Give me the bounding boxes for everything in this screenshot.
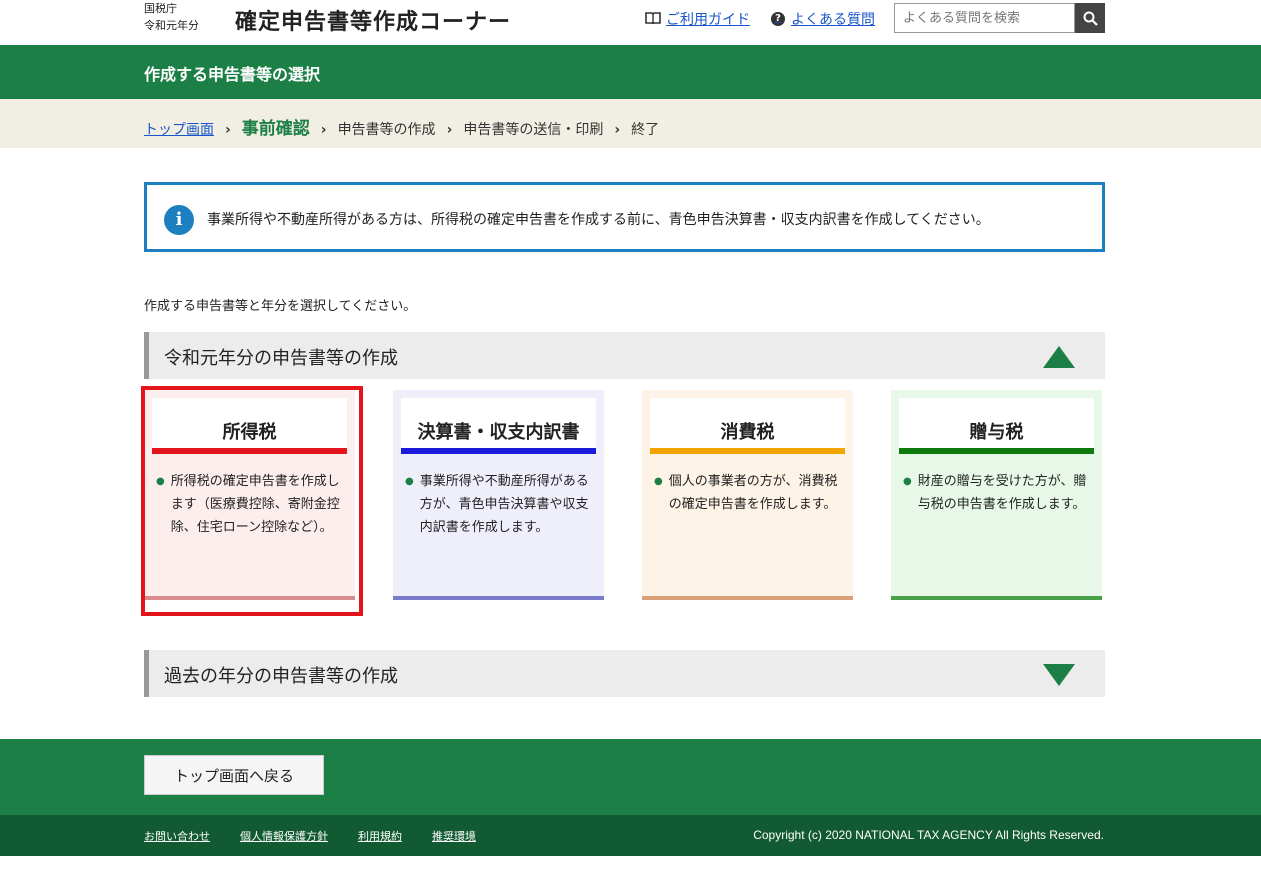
breadcrumb-current: 事前確認 xyxy=(241,119,310,139)
info-notice: i 事業所得や不動産所得がある方は、所得税の確定申告書を作成する前に、青色申告決… xyxy=(144,182,1105,252)
breadcrumb-step-end: 終了 xyxy=(631,122,660,138)
collapse-arrow-icon xyxy=(1043,346,1075,368)
breadcrumb-separator: › xyxy=(225,122,231,138)
card-financial-statements[interactable]: 決算書・収支内訳書 ● 事業所得や不動産所得がある方が、青色申告決算書や収支内訳… xyxy=(393,390,604,600)
bullet-icon: ● xyxy=(654,476,663,487)
breadcrumb-step-create: 申告書等の作成 xyxy=(337,122,436,138)
card-description: ● 財産の贈与を受けた方が、贈与税の申告書を作成します。 xyxy=(903,470,1093,516)
card-footer-bar xyxy=(891,596,1102,600)
past-year-section-toggle[interactable]: 過去の年分の申告書等の作成 xyxy=(144,650,1105,697)
breadcrumb-separator: › xyxy=(614,122,621,138)
card-title: 所得税 xyxy=(152,398,347,454)
bullet-icon: ● xyxy=(903,476,912,487)
footer-link-environment[interactable]: 推奨環境 xyxy=(432,828,476,844)
card-footer-bar xyxy=(393,596,604,600)
faq-link[interactable]: ? よくある質問 xyxy=(771,9,875,29)
card-description: ● 事業所得や不動産所得がある方が、青色申告決算書や収支内訳書を作成します。 xyxy=(405,470,595,539)
card-accent-line xyxy=(650,448,845,454)
card-accent-line xyxy=(152,448,347,454)
footer-link-contact[interactable]: お問い合わせ xyxy=(144,828,210,844)
card-title: 消費税 xyxy=(650,398,845,454)
site-header: 国税庁 令和元年分 確定申告書等作成コーナー ご利用ガイド ? よくある質問 xyxy=(0,0,1261,45)
search-button[interactable] xyxy=(1075,3,1105,33)
page-title: 作成する申告書等の選択 xyxy=(144,65,321,84)
expand-arrow-icon xyxy=(1043,664,1075,686)
back-to-top-button[interactable]: トップ画面へ戻る xyxy=(144,755,324,795)
bullet-icon: ● xyxy=(405,476,414,487)
past-year-section-label: 過去の年分の申告書等の作成 xyxy=(164,666,398,687)
agency-label: 国税庁 令和元年分 xyxy=(144,0,199,34)
current-year-section-label: 令和元年分の申告書等の作成 xyxy=(164,348,398,369)
search-icon xyxy=(1083,11,1098,26)
breadcrumb-step-send: 申告書等の送信・印刷 xyxy=(463,122,604,138)
faq-search-input[interactable] xyxy=(894,3,1075,33)
question-icon: ? xyxy=(771,12,785,26)
card-description: ● 個人の事業者の方が、消費税の確定申告書を作成します。 xyxy=(654,470,844,516)
card-description-text: 事業所得や不動産所得がある方が、青色申告決算書や収支内訳書を作成します。 xyxy=(419,474,589,535)
page-title-bar: 作成する申告書等の選択 xyxy=(0,45,1261,99)
site-title: 確定申告書等作成コーナー xyxy=(235,10,512,35)
card-title: 決算書・収支内訳書 xyxy=(401,398,596,454)
card-gift-tax[interactable]: 贈与税 ● 財産の贈与を受けた方が、贈与税の申告書を作成します。 xyxy=(891,390,1102,600)
card-income-tax[interactable]: 所得税 ● 所得税の確定申告書を作成します（医療費控除、寄附金控除、住宅ローン控… xyxy=(144,390,355,600)
info-icon: i xyxy=(164,205,194,235)
guide-link[interactable]: ご利用ガイド xyxy=(645,9,750,29)
breadcrumb: トップ画面 › 事前確認 › 申告書等の作成 › 申告書等の送信・印刷 › 終了 xyxy=(0,99,1261,148)
instruction-text: 作成する申告書等と年分を選択してください。 xyxy=(144,299,417,314)
card-consumption-tax[interactable]: 消費税 ● 個人の事業者の方が、消費税の確定申告書を作成します。 xyxy=(642,390,853,600)
footer-link-privacy[interactable]: 個人情報保護方針 xyxy=(240,828,328,844)
footer-link-terms[interactable]: 利用規約 xyxy=(358,828,402,844)
card-accent-line xyxy=(899,448,1094,454)
current-year-section-toggle[interactable]: 令和元年分の申告書等の作成 xyxy=(144,332,1105,379)
card-footer-bar xyxy=(144,596,355,600)
card-footer-bar xyxy=(642,596,853,600)
card-title: 贈与税 xyxy=(899,398,1094,454)
copyright-text: Copyright (c) 2020 NATIONAL TAX AGENCY A… xyxy=(753,828,1104,842)
card-description: ● 所得税の確定申告書を作成します（医療費控除、寄附金控除、住宅ローン控除など）… xyxy=(156,470,346,539)
tax-year-label: 令和元年分 xyxy=(144,19,199,32)
book-icon xyxy=(645,11,661,28)
breadcrumb-separator: › xyxy=(320,122,327,138)
card-description-text: 財産の贈与を受けた方が、贈与税の申告書を作成します。 xyxy=(917,474,1087,512)
breadcrumb-separator: › xyxy=(446,122,453,138)
breadcrumb-top[interactable]: トップ画面 xyxy=(144,119,214,139)
agency-name: 国税庁 xyxy=(144,2,177,15)
bullet-icon: ● xyxy=(156,476,165,487)
info-notice-text: 事業所得や不動産所得がある方は、所得税の確定申告書を作成する前に、青色申告決算書… xyxy=(207,212,990,228)
card-description-text: 所得税の確定申告書を作成します（医療費控除、寄附金控除、住宅ローン控除など）。 xyxy=(170,474,340,535)
footer: トップ画面へ戻る xyxy=(0,739,1261,815)
faq-link-label[interactable]: よくある質問 xyxy=(791,9,875,29)
footer-bottom-bar: お問い合わせ 個人情報保護方針 利用規約 推奨環境 Copyright (c) … xyxy=(0,815,1261,856)
card-description-text: 個人の事業者の方が、消費税の確定申告書を作成します。 xyxy=(668,474,838,512)
guide-link-label[interactable]: ご利用ガイド xyxy=(666,9,750,29)
card-accent-line xyxy=(401,448,596,454)
